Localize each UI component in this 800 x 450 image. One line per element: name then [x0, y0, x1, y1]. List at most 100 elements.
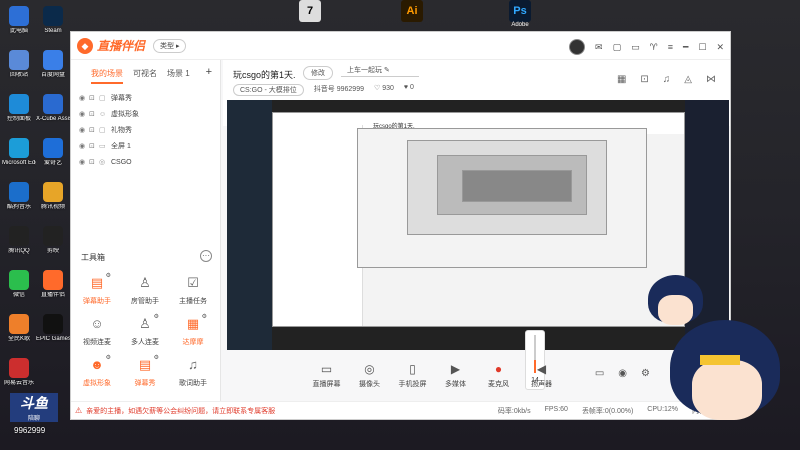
lock-icon[interactable]: ⊡ [640, 74, 648, 85]
lock-icon[interactable]: ⊡ [89, 158, 99, 166]
app-icon [9, 6, 29, 26]
desktop-icon[interactable]: 网易云音乐 [2, 358, 36, 387]
likes-icon: ♥ [403, 84, 409, 91]
tool-label: 达摩摩 [182, 339, 204, 346]
eye-icon[interactable]: ◉ [79, 110, 89, 118]
desktop-icon[interactable]: 酷狗音乐 [2, 182, 36, 211]
mail-icon[interactable]: ✉ [595, 42, 603, 53]
taskbar-app[interactable]: Ps Adobe [500, 0, 540, 28]
tool-item[interactable]: ☑ 主播任务 [169, 275, 217, 306]
scene-name: 虚拟形象 [111, 111, 139, 118]
toolbox-more-icon[interactable]: ··· [200, 250, 212, 262]
tab-scene-1[interactable]: 场景 1 [167, 68, 190, 84]
source-button[interactable]: ▭ 直播屏幕 [311, 362, 342, 389]
close-button[interactable]: ✕ [716, 42, 724, 53]
modify-button[interactable]: 修改 [303, 66, 333, 80]
source-button[interactable]: ◀ 扬声器 [526, 362, 557, 389]
desktop-icon-label: X-Cube Assistant [36, 116, 70, 122]
add-scene-icon[interactable]: + [206, 67, 212, 84]
scene-item[interactable]: ◉ ⊡ ☺ 虚拟形象 [71, 106, 220, 122]
desktop-icon[interactable]: 百度网盘 [36, 50, 70, 79]
platform-logo: 斗鱼 陪聊 [10, 393, 58, 422]
desktop-icon[interactable]: 爱奇艺 [36, 138, 70, 167]
app-icon: 7 [299, 0, 321, 22]
desktop-icon[interactable]: 微信 [2, 270, 36, 299]
desktop-icon[interactable]: 腾讯QQ [2, 226, 36, 255]
type-button[interactable]: 类型 ▸ [153, 38, 187, 53]
tool-item[interactable]: ♙ 房管助手 [121, 275, 169, 306]
eye-icon[interactable]: ◉ [79, 158, 89, 166]
record-icon[interactable]: ▭ [595, 368, 604, 379]
tool-settings-icon[interactable]: ⚙ [154, 354, 159, 361]
eye-icon[interactable]: ◉ [79, 94, 89, 102]
tab-visible[interactable]: 可视名 [133, 68, 157, 84]
notice-message[interactable]: 亲爱的主播，如遇欠薪等公会纠纷问题，请立即联系专属客服 [86, 406, 275, 416]
tool-item[interactable]: ☺ 视频连麦 [73, 316, 121, 347]
menu-icon[interactable]: ≡ [668, 42, 673, 52]
tool-settings-icon[interactable]: ⚙ [202, 313, 207, 320]
tool-item[interactable]: ▤ 弹幕秀 ⚙ [121, 354, 169, 388]
desktop-icon[interactable]: 控制面板 [2, 94, 36, 123]
taskbar-app[interactable]: 7 [290, 0, 330, 22]
lock-icon[interactable]: ⊡ [89, 126, 99, 134]
desktop-icon[interactable]: 回收站 [2, 50, 36, 79]
share-icon[interactable]: ⋈ [706, 74, 716, 85]
tab-my-scenes[interactable]: 我的场景 [91, 68, 123, 84]
tool-settings-icon[interactable]: ⚙ [106, 272, 111, 279]
app-icon: Ai [401, 0, 423, 22]
room-number: 9962999 [14, 426, 46, 435]
title-input[interactable]: 上车一起玩 ✎ [341, 65, 419, 77]
lock-icon[interactable]: ⊡ [89, 94, 99, 102]
eye-icon[interactable]: ◉ [79, 142, 89, 150]
maximize-button[interactable]: ☐ [698, 42, 706, 53]
tool-item[interactable]: ▤ 弹幕助手 ⚙ [73, 272, 121, 306]
desktop-icon[interactable]: EPIC Games Launcher [36, 314, 70, 343]
screen-icon[interactable]: ▭ [631, 42, 640, 53]
scene-item[interactable]: ◉ ⊡ ▭ 全屏 1 [71, 138, 220, 154]
scene-item[interactable]: ◉ ⊡ ▢ 弹幕秀 [71, 90, 220, 106]
layout-icon[interactable]: ▦ [617, 74, 626, 85]
tool-settings-icon[interactable]: ⚙ [154, 313, 159, 320]
shirt-icon[interactable]: ♈ [650, 42, 658, 53]
scene-item[interactable]: ◉ ⊡ ▢ 礼物秀 [71, 122, 220, 138]
desktop-icon[interactable]: Microsoft Edge [2, 138, 36, 167]
category-selector[interactable]: CS:GO - 大模排位 [233, 84, 304, 96]
desktop-icon[interactable]: Steam [36, 6, 70, 35]
desktop-icon[interactable]: 直播伴侣 [36, 270, 70, 299]
eye-icon[interactable]: ◉ [79, 126, 89, 134]
lock-icon[interactable]: ⊡ [89, 110, 99, 118]
source-button[interactable]: ▯ 手机投屏 [397, 362, 428, 389]
tool-item[interactable]: ☻ 虚拟形象 ⚙ [73, 354, 121, 388]
desktop-icon[interactable]: 腾讯视频 [36, 182, 70, 211]
desktop-icon[interactable]: X-Cube Assistant [36, 94, 70, 123]
app-icon [43, 6, 63, 26]
tool-icon: ☻ [90, 357, 104, 372]
scene-item[interactable]: ◉ ⊡ ◎ CSGO [71, 154, 220, 170]
desktop-icon[interactable]: 此电脑 [2, 6, 36, 35]
user-avatar[interactable] [569, 39, 586, 55]
tool-item[interactable]: ♫ 歌词助手 [169, 357, 217, 388]
frame-drop: 丢帧率:0(0.00%) [581, 407, 634, 415]
taskbar-app[interactable]: Ai [392, 0, 432, 22]
desktop-icon[interactable]: 剪映 [36, 226, 70, 255]
source-button[interactable]: ● 麦克风 [483, 362, 514, 389]
tool-item[interactable]: ▦ 达摩摩 ⚙ [169, 313, 217, 347]
source-icon: ▶ [450, 362, 461, 376]
desktop-icon[interactable]: 全民K歌 [2, 314, 36, 343]
source-label: 摄像头 [359, 381, 380, 388]
view-icon[interactable]: ◉ [618, 368, 627, 379]
source-button[interactable]: ◎ 摄像头 [354, 362, 385, 389]
message-icon[interactable]: ▢ [613, 42, 622, 53]
type-button-label: 类型 [160, 42, 175, 50]
desktop-icon-label: 全民K歌 [7, 336, 30, 342]
desktop-icon-label: 直播伴侣 [40, 292, 65, 298]
minimize-button[interactable]: ━ [683, 42, 688, 53]
tool-item[interactable]: ♙ 多人连麦 ⚙ [121, 313, 169, 347]
avatar-hairclip [700, 355, 740, 365]
lock-icon[interactable]: ⊡ [89, 142, 99, 150]
bell-icon[interactable]: ♫ [663, 74, 671, 85]
desktop-icon-label: 酷狗音乐 [6, 204, 31, 210]
source-button[interactable]: ▶ 多媒体 [440, 362, 471, 389]
notification-icon[interactable]: ◬ [684, 74, 692, 85]
tool-settings-icon[interactable]: ⚙ [106, 354, 111, 361]
